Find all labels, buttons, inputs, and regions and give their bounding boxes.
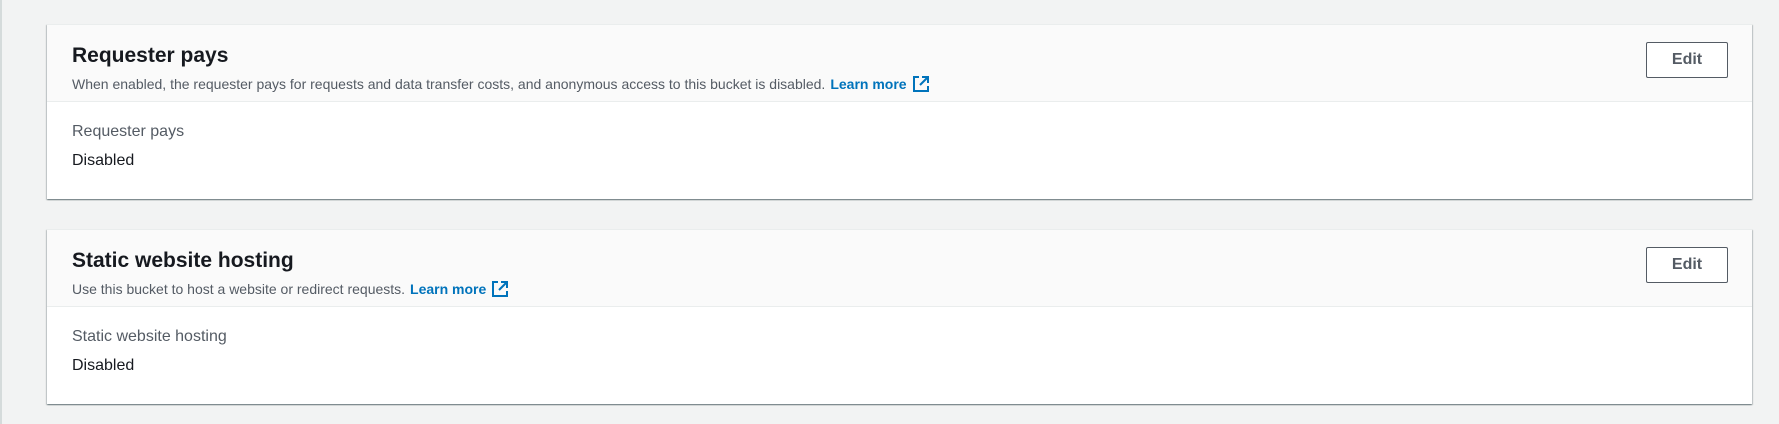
static-website-hosting-learn-more-link[interactable]: Learn more (410, 280, 509, 298)
static-website-hosting-title: Static website hosting (72, 249, 294, 272)
static-website-hosting-panel: Static website hosting Use this bucket t… (47, 229, 1752, 404)
external-link-icon (492, 281, 509, 297)
requester-pays-status: Disabled (72, 152, 135, 169)
requester-pays-title: Requester pays (72, 44, 229, 67)
requester-pays-learn-more-link[interactable]: Learn more (830, 75, 929, 93)
requester-pays-field-label: Requester pays (72, 123, 185, 140)
external-link-icon (912, 76, 929, 92)
left-rail-divider (0, 0, 2, 424)
requester-pays-panel: Requester pays When enabled, the request… (47, 24, 1752, 199)
static-website-hosting-header: Static website hosting Use this bucket t… (47, 230, 1752, 307)
static-website-hosting-description-text: Use this bucket to host a website or red… (72, 281, 406, 297)
static-website-hosting-edit-button[interactable]: Edit (1646, 247, 1728, 283)
static-website-hosting-learn-more-label: Learn more (410, 281, 487, 297)
static-website-hosting-status: Disabled (72, 357, 135, 374)
requester-pays-description: When enabled, the requester pays for req… (72, 75, 930, 93)
requester-pays-body: Requester pays Disabled (47, 102, 1752, 198)
static-website-hosting-body: Static website hosting Disabled (47, 307, 1752, 403)
static-website-hosting-description: Use this bucket to host a website or red… (72, 280, 509, 298)
requester-pays-header: Requester pays When enabled, the request… (47, 25, 1752, 102)
requester-pays-edit-button[interactable]: Edit (1646, 42, 1728, 78)
static-website-hosting-field-label: Static website hosting (72, 328, 227, 345)
requester-pays-learn-more-label: Learn more (830, 76, 907, 92)
requester-pays-description-text: When enabled, the requester pays for req… (72, 76, 826, 92)
